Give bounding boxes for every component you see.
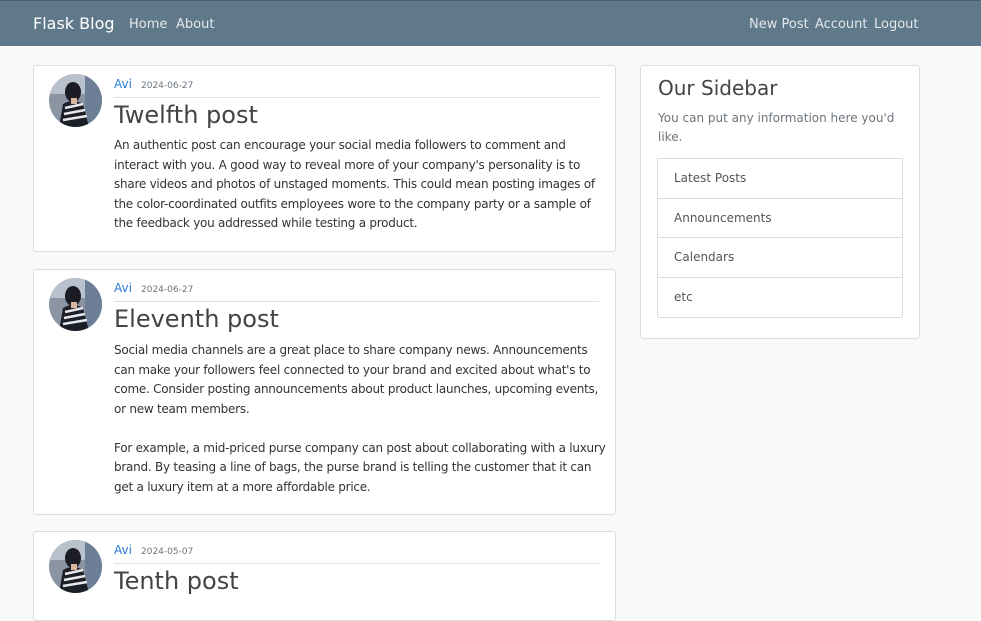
nav-account-link[interactable]: Account	[815, 17, 868, 32]
sidebar-item-etc[interactable]: etc	[658, 278, 902, 318]
post-title-link[interactable]: Twelfth post	[114, 101, 258, 129]
post-date: 2024-05-07	[141, 547, 194, 557]
post-content: An authentic post can encourage your soc…	[114, 138, 595, 230]
sidebar-list: Latest Posts Announcements Calendars etc	[657, 158, 903, 318]
sidebar-item-latest-posts[interactable]: Latest Posts	[658, 159, 902, 199]
post-author-link[interactable]: Avi	[114, 281, 132, 295]
post-title-link[interactable]: Eleventh post	[114, 305, 279, 333]
sidebar: Our Sidebar You can put any information …	[640, 65, 920, 339]
sidebar-item-calendars[interactable]: Calendars	[658, 238, 902, 278]
profile-avatar-icon[interactable]	[49, 74, 102, 127]
profile-avatar-icon[interactable]	[49, 278, 102, 331]
sidebar-title: Our Sidebar	[658, 76, 778, 100]
post-card: Avi 2024-05-07 Tenth post	[33, 531, 616, 621]
post-author-link[interactable]: Avi	[114, 77, 132, 91]
post-card: Avi 2024-06-27 Twelfth post An authentic…	[33, 65, 616, 252]
post-author-link[interactable]: Avi	[114, 543, 132, 557]
post-meta: Avi 2024-05-07	[114, 543, 599, 564]
post-date: 2024-06-27	[141, 285, 194, 295]
sidebar-description: You can put any information here you'd l…	[658, 111, 895, 144]
post-title-link[interactable]: Tenth post	[114, 567, 239, 595]
post-meta: Avi 2024-06-27	[114, 281, 599, 302]
nav-home-link[interactable]: Home	[129, 17, 167, 32]
sidebar-item-announcements[interactable]: Announcements	[658, 199, 902, 238]
brand-link[interactable]: Flask Blog	[33, 14, 115, 33]
nav-logout-link[interactable]: Logout	[874, 17, 919, 32]
profile-avatar-icon[interactable]	[49, 540, 102, 593]
post-content: Social media channels are a great place …	[114, 343, 606, 494]
post-card: Avi 2024-06-27 Eleventh post Social medi…	[33, 269, 616, 515]
post-meta: Avi 2024-06-27	[114, 77, 599, 98]
navbar: Flask Blog Home About New Post Account L…	[0, 0, 981, 46]
nav-about-link[interactable]: About	[176, 17, 214, 32]
post-date: 2024-06-27	[141, 81, 194, 91]
nav-new-post-link[interactable]: New Post	[749, 17, 809, 32]
